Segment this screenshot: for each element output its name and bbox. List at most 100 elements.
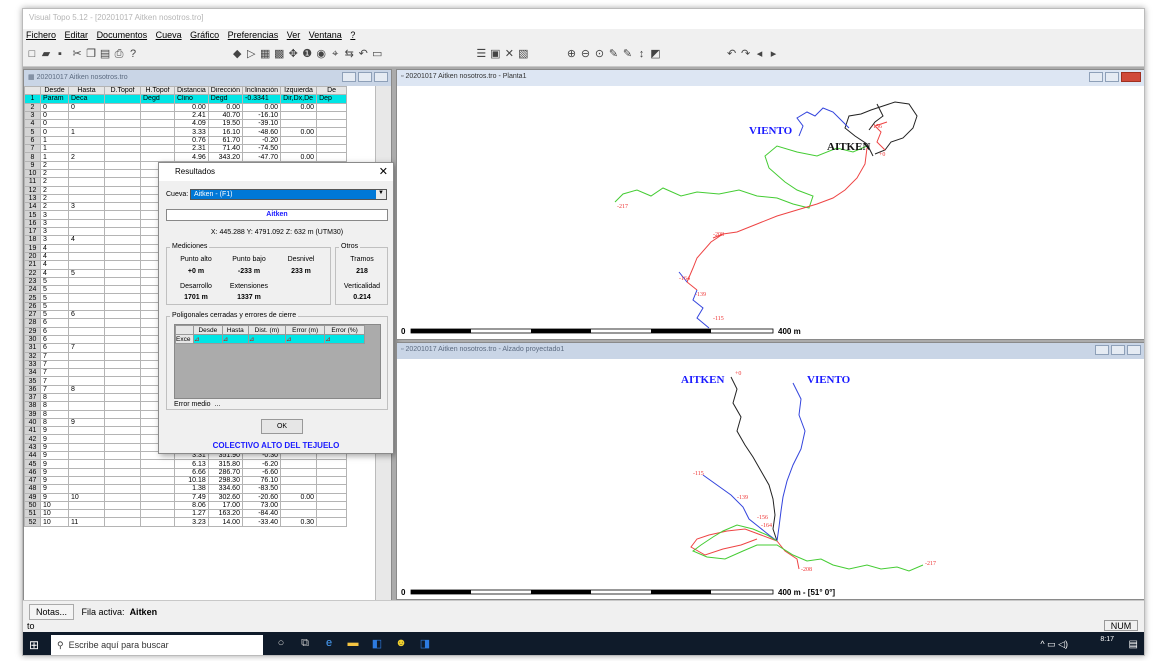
grid-cell[interactable] xyxy=(104,260,141,270)
grid-cell[interactable] xyxy=(68,210,105,220)
grid-cell[interactable]: 0 xyxy=(40,110,69,121)
grid-cell[interactable] xyxy=(104,135,141,146)
grid-cell[interactable] xyxy=(140,144,175,154)
grid-cell[interactable] xyxy=(68,160,105,170)
chart-icon[interactable]: ▦ xyxy=(258,47,272,60)
visualtopo-taskbar-icon[interactable]: ◨ xyxy=(417,637,433,653)
grid-cell[interactable]: 2 xyxy=(40,202,69,212)
grid-cell[interactable]: 163.20 xyxy=(207,509,243,519)
table-row[interactable]: 51 10 1.27 163.20 -84.40 xyxy=(24,509,348,519)
grid-cell[interactable]: -6.60 xyxy=(241,467,282,477)
grid-cell[interactable]: 73.00 xyxy=(241,500,282,511)
grid-cell[interactable] xyxy=(68,484,105,494)
grid-cell[interactable]: 76.10 xyxy=(241,475,282,486)
grid-cell[interactable]: 10 xyxy=(68,492,105,502)
table-row[interactable]: 45 9 6.13 315.80 -6.20 xyxy=(24,459,348,469)
grid-cell[interactable] xyxy=(68,434,105,444)
grid-cell[interactable]: 5 xyxy=(68,268,105,278)
grid-cell[interactable] xyxy=(68,110,105,121)
grid-cell[interactable] xyxy=(104,351,141,361)
grid-cell[interactable] xyxy=(104,517,141,527)
grid-cell[interactable] xyxy=(104,235,141,245)
pgrid-cell[interactable]: ⊿ xyxy=(284,334,326,344)
zoom-out-icon[interactable]: ⊖ xyxy=(578,47,592,60)
grid-cell[interactable]: 10 xyxy=(40,517,69,527)
grid-cell[interactable]: 0.76 xyxy=(174,135,209,146)
pen-icon[interactable]: ✎ xyxy=(606,47,620,60)
grid-cell[interactable] xyxy=(68,401,105,411)
grid-cell[interactable]: 298.30 xyxy=(207,475,243,486)
grid-cell[interactable] xyxy=(104,127,141,137)
plan-drawing[interactable]: VIENTO AITKEN +0 -156 -217 -208 -164 -13… xyxy=(397,86,1144,339)
grid-cell[interactable]: 6 xyxy=(40,343,69,353)
grid-cell[interactable] xyxy=(104,185,141,195)
grid-cell[interactable] xyxy=(140,102,175,112)
grid-cell[interactable] xyxy=(68,451,105,461)
grid-cell[interactable]: 3.33 xyxy=(174,127,209,137)
grid-column-header[interactable]: De xyxy=(316,86,348,96)
print-icon[interactable]: ⎙ xyxy=(112,48,126,61)
grid-cell[interactable]: 8 xyxy=(40,401,69,411)
grid-icon[interactable]: ▩ xyxy=(272,47,286,60)
grid-cell[interactable] xyxy=(316,475,348,486)
grid-cell[interactable]: 5 xyxy=(40,293,69,303)
grid-cell[interactable]: 334.60 xyxy=(207,484,243,494)
grid-cell[interactable] xyxy=(104,227,141,237)
grid-cell[interactable]: 4 xyxy=(40,260,69,270)
notifications-icon[interactable]: ▤ xyxy=(1129,639,1138,650)
grid-cell[interactable] xyxy=(316,492,348,502)
ok-button[interactable]: OK xyxy=(261,419,303,434)
grid-cell[interactable]: 40.70 xyxy=(207,110,243,121)
close-button[interactable] xyxy=(1121,72,1141,82)
grid-cell[interactable]: 4.96 xyxy=(174,152,209,162)
grid-cell[interactable]: 0.00 xyxy=(280,152,318,162)
grid-cell[interactable] xyxy=(104,152,141,162)
grid-cell[interactable] xyxy=(68,276,105,287)
grid-cell[interactable] xyxy=(140,127,175,137)
new-file-icon[interactable]: □ xyxy=(25,48,39,60)
grid-cell[interactable] xyxy=(104,442,141,453)
cueva-select[interactable]: Aitken - (F1) ▼ xyxy=(190,189,387,200)
grid-cell[interactable] xyxy=(104,392,141,403)
grid-cell[interactable] xyxy=(68,260,105,270)
grid-cell[interactable] xyxy=(316,509,348,519)
file-explorer-icon[interactable]: ▬ xyxy=(345,637,361,653)
grid-cell[interactable]: 6 xyxy=(68,309,105,320)
grid-cell[interactable]: -0.3341 xyxy=(241,94,282,104)
maximize-button[interactable] xyxy=(1105,72,1119,82)
menu-grafico[interactable]: Gráfico xyxy=(190,30,219,40)
notas-button[interactable]: Notas... xyxy=(29,604,75,620)
grid-cell[interactable]: 9 xyxy=(40,484,69,494)
grid-cell[interactable]: -33.40 xyxy=(241,517,282,527)
vertical-icon[interactable]: ↕ xyxy=(634,48,648,60)
grid-cell[interactable]: 7 xyxy=(68,343,105,353)
grid-cell[interactable] xyxy=(104,276,141,287)
render-icon[interactable]: ◆ xyxy=(230,47,244,60)
grid-cell[interactable]: -74.50 xyxy=(241,144,282,154)
grid-cell[interactable]: 10.18 xyxy=(174,475,209,486)
grid-cell[interactable] xyxy=(68,351,105,361)
grid-cell[interactable]: 2 xyxy=(68,152,105,162)
grid-cell[interactable]: 7 xyxy=(40,376,69,386)
grid-cell[interactable]: 2 xyxy=(40,160,69,170)
grid-cell[interactable] xyxy=(68,119,105,129)
grid-cell[interactable] xyxy=(104,210,141,220)
taskbar-search-input[interactable]: ⚲ Escribe aquí para buscar xyxy=(51,635,263,655)
chevron-down-icon[interactable]: ▼ xyxy=(376,190,386,199)
grid-column-header[interactable]: H.Topof xyxy=(140,86,175,96)
grid-cell[interactable]: 10 xyxy=(40,509,69,519)
copy-icon[interactable]: ❐ xyxy=(84,47,98,60)
grid-cell[interactable]: 1.27 xyxy=(174,509,209,519)
grid-cell[interactable] xyxy=(68,301,105,312)
grid-cell[interactable]: 1.38 xyxy=(174,484,209,494)
grid-cell[interactable]: 302.60 xyxy=(207,492,243,502)
grid-cell[interactable]: Dir,Dx,De xyxy=(280,94,318,104)
grid-cell[interactable]: 0.00 xyxy=(280,127,318,137)
grid-cell[interactable] xyxy=(68,392,105,403)
grid-cell[interactable]: 5 xyxy=(40,276,69,287)
close-button[interactable] xyxy=(1127,345,1141,355)
grid-cell[interactable]: -6.20 xyxy=(241,459,282,469)
grid-cell[interactable] xyxy=(140,135,175,146)
pen2-icon[interactable]: ✎ xyxy=(620,47,634,60)
task-view-icon[interactable]: ⧉ xyxy=(297,637,313,653)
